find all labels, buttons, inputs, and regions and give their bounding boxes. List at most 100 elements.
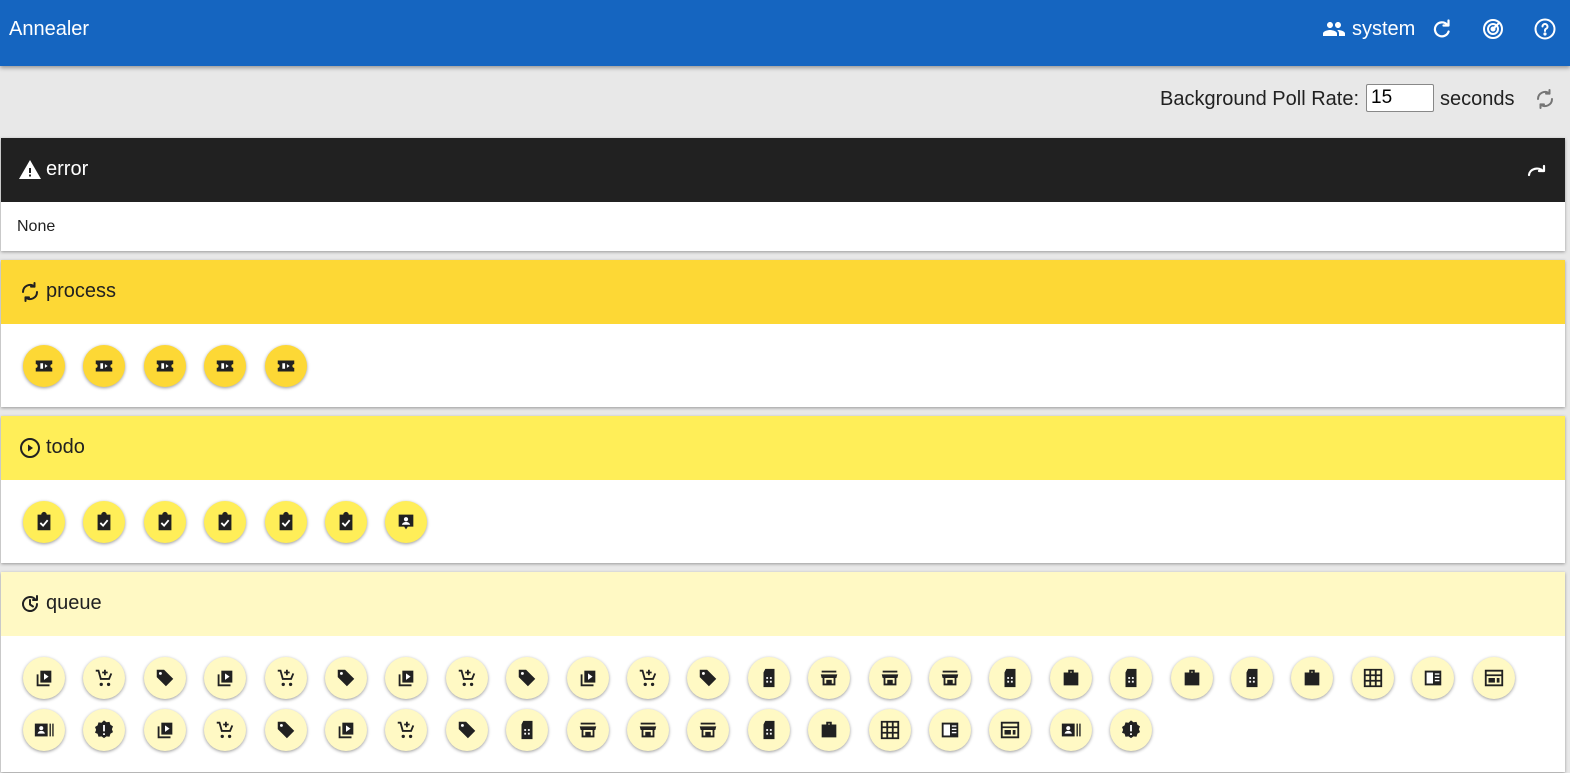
tag-chip[interactable] [506,657,548,699]
sim-card-icon [763,720,775,740]
newspaper-icon [941,722,959,738]
store-icon [699,722,717,738]
video-library-chip[interactable] [144,709,186,751]
ticket-chip[interactable] [204,345,246,387]
ticket-chip[interactable] [144,345,186,387]
tag-chip[interactable] [446,709,488,751]
poll-rate-input[interactable] [1366,84,1434,112]
store-chip[interactable] [567,709,609,751]
video-library-chip[interactable] [567,657,609,699]
queue-section: queue [1,572,1565,772]
tag-icon [518,669,536,687]
video-library-icon [580,670,596,687]
ticket-chip[interactable] [23,345,65,387]
ticket-icon [156,360,174,372]
tag-chip[interactable] [265,709,307,751]
tag-icon [277,721,295,739]
store-chip[interactable] [627,709,669,751]
contact-id-chip[interactable] [385,501,427,543]
assignment-check-chip[interactable] [144,501,186,543]
sim-card-chip[interactable] [1110,657,1152,699]
radar-icon[interactable] [1481,17,1505,41]
tag-chip[interactable] [144,657,186,699]
briefcase-icon [1063,669,1079,686]
assignment-check-chip[interactable] [265,501,307,543]
web-card-chip[interactable] [1473,657,1515,699]
store-icon [941,670,959,686]
assignment-check-chip[interactable] [325,501,367,543]
grid-icon [1363,668,1383,688]
store-chip[interactable] [808,657,850,699]
cart-add-icon [639,669,657,687]
badge-icon [34,723,54,737]
cart-add-chip[interactable] [385,709,427,751]
ticket-chip[interactable] [83,345,125,387]
sim-card-chip[interactable] [1231,657,1273,699]
user-menu[interactable]: system [1322,17,1415,41]
alert-badge-chip[interactable] [1110,709,1152,751]
sim-card-icon [1246,668,1258,688]
briefcase-chip[interactable] [1291,657,1333,699]
sim-card-chip[interactable] [989,657,1031,699]
warning-icon [18,158,42,182]
video-library-icon [338,722,354,739]
assignment-check-icon [97,511,111,531]
assignment-check-chip[interactable] [23,501,65,543]
cart-add-chip[interactable] [83,657,125,699]
queue-header[interactable]: queue [1,572,1565,636]
error-header[interactable]: error [1,138,1565,202]
ticket-chip[interactable] [265,345,307,387]
assignment-check-chip[interactable] [83,501,125,543]
play-circle-icon [18,436,42,460]
grid-chip[interactable] [1352,657,1394,699]
newspaper-chip[interactable] [1412,657,1454,699]
refresh-icon[interactable] [1430,17,1454,41]
briefcase-chip[interactable] [808,709,850,751]
queue-items [1,636,1565,772]
badge-chip[interactable] [1050,709,1092,751]
store-chip[interactable] [869,657,911,699]
tag-chip[interactable] [325,657,367,699]
store-icon [639,722,657,738]
briefcase-icon [1184,669,1200,686]
cart-add-chip[interactable] [446,657,488,699]
tag-icon [337,669,355,687]
store-chip[interactable] [929,657,971,699]
video-library-chip[interactable] [23,657,65,699]
app-bar: Annealer system [0,0,1570,66]
tag-chip[interactable] [687,657,729,699]
video-library-icon [217,670,233,687]
video-library-chip[interactable] [385,657,427,699]
video-library-icon [398,670,414,687]
web-card-chip[interactable] [989,709,1031,751]
todo-section: todo [1,416,1565,563]
newspaper-chip[interactable] [929,709,971,751]
sim-card-chip[interactable] [748,709,790,751]
alert-badge-chip[interactable] [83,709,125,751]
help-icon[interactable] [1533,17,1557,41]
todo-header[interactable]: todo [1,416,1565,480]
briefcase-chip[interactable] [1171,657,1213,699]
process-header[interactable]: process [1,260,1565,324]
briefcase-chip[interactable] [1050,657,1092,699]
redo-icon[interactable] [1525,158,1549,182]
video-library-chip[interactable] [325,709,367,751]
sim-card-chip[interactable] [748,657,790,699]
grid-chip[interactable] [869,709,911,751]
sync-icon[interactable] [1533,87,1557,111]
assignment-check-icon [158,511,172,531]
cart-add-chip[interactable] [265,657,307,699]
store-chip[interactable] [687,709,729,751]
cart-add-chip[interactable] [204,709,246,751]
ticket-icon [277,360,295,372]
cart-add-chip[interactable] [627,657,669,699]
assignment-check-chip[interactable] [204,501,246,543]
sim-card-chip[interactable] [506,709,548,751]
grid-icon [880,720,900,740]
badge-chip[interactable] [23,709,65,751]
ticket-icon [35,360,53,372]
briefcase-icon [821,721,837,738]
process-section: process [1,260,1565,407]
video-library-chip[interactable] [204,657,246,699]
store-icon [579,722,597,738]
